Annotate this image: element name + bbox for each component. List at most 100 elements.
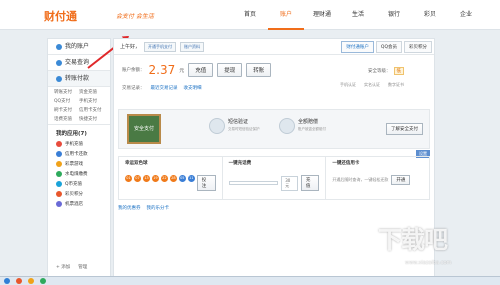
safety-badge[interactable]: 低 [393, 67, 404, 75]
nav-enterprise[interactable]: 企业 [448, 0, 484, 30]
verify-row: 手机认证 实名认证 数字证书 [340, 82, 404, 88]
credit-card-icon [56, 151, 62, 157]
folder-icon[interactable] [28, 278, 34, 284]
sidebar-label: 交易查询 [65, 58, 90, 66]
recharge-button[interactable]: 充值 [188, 63, 214, 77]
lottery-bet-button[interactable]: 投注 [196, 175, 216, 191]
lottery-ball[interactable]: 19 [151, 175, 159, 182]
manage-apps-link[interactable]: 管理 [78, 264, 87, 270]
search-icon [56, 59, 62, 66]
phone-recharge-button[interactable]: 充值 [300, 175, 320, 191]
quick-panels: 幸运双色球 01 07 13 19 22 28 05 11 投注 一键充话费 3… [118, 156, 430, 200]
watermark-logo: 下载吧 [378, 226, 448, 254]
app-item[interactable]: 手机充值 [48, 139, 110, 149]
points-icon [56, 191, 62, 197]
app-item[interactable]: 机票酒店 [48, 199, 110, 209]
sub-link[interactable]: 快捷支付 [79, 116, 104, 122]
taskbar [0, 276, 500, 285]
sidebar-item-transfer[interactable]: 转账付款 [48, 71, 110, 87]
user-icon [56, 43, 62, 50]
learn-safe-pay-button[interactable]: 了解安全支付 [386, 123, 423, 135]
tab-tenpay-account[interactable]: 财付通账户 [341, 41, 374, 53]
shield-icon [279, 118, 295, 134]
sidebar-footer: + 添加 管理 [56, 264, 87, 270]
sidebar-sub-links: 转账支付 资金充值 QQ支付 手机支付 刷卡支付 信用卡支付 话费充值 快捷支付 [48, 87, 110, 125]
phone-number-input[interactable] [228, 181, 279, 185]
app-item[interactable]: 信用卡还款 [48, 149, 110, 159]
open-card-repay-button[interactable]: 开通 [391, 175, 411, 185]
lottery-ball[interactable]: 28 [169, 175, 177, 182]
lottery-ball[interactable]: 11 [187, 175, 195, 182]
apps-title: 我的应用(7) [48, 125, 110, 139]
start-icon[interactable] [4, 278, 10, 284]
nav-account[interactable]: 账户 [268, 0, 304, 30]
sub-link[interactable]: QQ支付 [54, 98, 79, 104]
nav-licaitong[interactable]: 理财通 [304, 0, 340, 30]
balance-row: 账户余额： 2.37 元 充值 提现 转账 [122, 63, 272, 77]
sub-link[interactable]: 手机支付 [79, 98, 104, 104]
transfer-button[interactable]: 转账 [246, 63, 272, 77]
plane-icon [56, 201, 62, 207]
qcoin-icon [56, 181, 62, 187]
app-item[interactable]: 水电煤缴费 [48, 169, 110, 179]
balance-amount: 2.37 [148, 63, 176, 77]
lottery-ball[interactable]: 05 [178, 175, 186, 182]
lefen-card-link[interactable]: 我的乐分卡 [147, 205, 170, 211]
phone-recharge-panel: 一键充话费 30元 充值 [223, 157, 327, 199]
browser-icon[interactable] [16, 278, 22, 284]
app-item[interactable]: Q币充值 [48, 179, 110, 189]
safety-banner: 安全支付 短信验证 交易时短信验证保护 全额赔偿 账户被盗全额赔付 了解安全支付 [118, 109, 430, 149]
coupons-link[interactable]: 我的优惠券 [118, 205, 141, 211]
app-label: 信用卡还款 [65, 152, 88, 157]
card-desc: 开通后随时查询，一键轻松还款 [332, 177, 389, 182]
record-row: 交易记录： 最近交易记录 收支明细 [122, 85, 202, 91]
app-item[interactable]: 彩票游戏 [48, 159, 110, 169]
app-item[interactable]: 彩贝积分 [48, 189, 110, 199]
nav-caibei[interactable]: 彩贝 [412, 0, 448, 30]
sidebar-item-my-account[interactable]: 我的账户 [48, 39, 110, 55]
income-detail-link[interactable]: 收支明细 [184, 85, 202, 91]
app-icon[interactable] [40, 278, 46, 284]
verify-realname[interactable]: 实名认证 [364, 82, 380, 88]
add-app-link[interactable]: + 添加 [56, 264, 70, 270]
phone-icon [56, 141, 62, 147]
app-label: 彩贝积分 [65, 192, 83, 197]
account-info-button[interactable]: 账户资料 [180, 41, 205, 52]
amount-select[interactable]: 30元 [281, 175, 298, 191]
sub-link[interactable]: 转账支付 [54, 89, 79, 95]
sub-link[interactable]: 资金充值 [79, 89, 104, 95]
feature-compensation: 全额赔偿 账户被盗全额赔付 [279, 118, 326, 134]
apps-count: (7) [78, 131, 87, 137]
nav-life[interactable]: 生活 [340, 0, 376, 30]
feature-desc: 交易时短信验证保护 [228, 127, 260, 131]
sub-link[interactable]: 信用卡支付 [79, 107, 104, 113]
lottery-ball[interactable]: 07 [133, 175, 141, 182]
sidebar: 我的账户 交易查询 转账付款 转账支付 资金充值 QQ支付 手机支付 刷卡支付 … [47, 38, 111, 283]
app-label: 机票酒店 [65, 202, 83, 207]
panel-title: 幸运双色球 [125, 161, 148, 166]
sms-icon [209, 118, 225, 134]
app-label: Q币充值 [65, 182, 83, 187]
verify-phone[interactable]: 手机认证 [340, 82, 356, 88]
nav-home[interactable]: 首页 [232, 0, 268, 30]
sidebar-label: 我的账户 [65, 42, 90, 50]
lottery-ball[interactable]: 01 [125, 175, 132, 182]
withdraw-button[interactable]: 提现 [217, 63, 243, 77]
transfer-icon [56, 75, 62, 82]
verify-cert[interactable]: 数字证书 [388, 82, 404, 88]
balance-label: 账户余额： [122, 68, 145, 73]
lottery-ball[interactable]: 22 [160, 175, 168, 182]
sub-link[interactable]: 刷卡支付 [54, 107, 79, 113]
nav-bank[interactable]: 银行 [376, 0, 412, 30]
brand-logo[interactable]: 财付通 [44, 8, 77, 24]
sub-link[interactable]: 话费充值 [54, 116, 79, 122]
watermark-url: www.xiazaiba.com [405, 260, 452, 266]
tab-qq-member[interactable]: QQ会员 [375, 41, 402, 53]
lottery-icon [56, 161, 62, 167]
tab-caibei-points[interactable]: 彩贝积分 [404, 41, 432, 53]
lottery-ball[interactable]: 13 [142, 175, 150, 182]
feature-title: 短信验证 [228, 119, 249, 125]
main-nav: 首页 账户 理财通 生活 银行 彩贝 企业 [232, 0, 484, 30]
recent-records-link[interactable]: 最近交易记录 [151, 85, 178, 91]
open-mobile-pay-button[interactable]: 开通手机支付 [144, 41, 177, 52]
